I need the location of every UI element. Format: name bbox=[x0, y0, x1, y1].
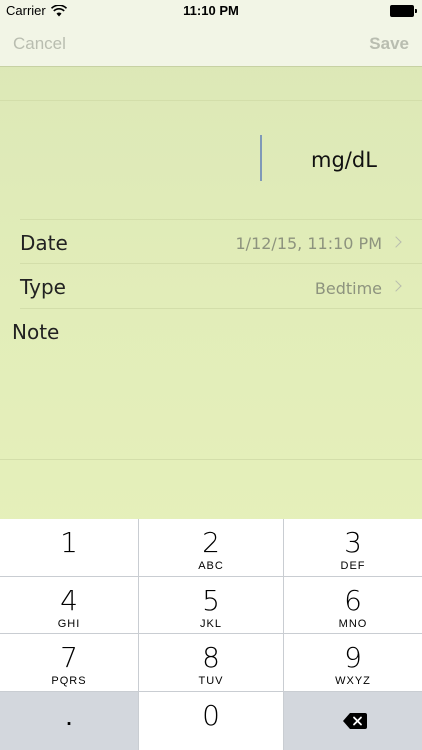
backspace-key[interactable] bbox=[284, 692, 422, 750]
status-time: 11:10 PM bbox=[183, 3, 239, 18]
screen: Carrier 11:10 PM Cancel Save mg/dL Date … bbox=[0, 0, 422, 750]
chevron-right-icon bbox=[390, 280, 402, 292]
key-letters: ABC bbox=[198, 560, 224, 572]
backspace-icon bbox=[343, 713, 367, 729]
key-7[interactable]: 7 PQRS bbox=[0, 634, 138, 691]
note-label: Note bbox=[12, 320, 60, 344]
key-digit: 8 bbox=[202, 641, 220, 674]
text-cursor bbox=[260, 135, 262, 181]
key-digit: 6 bbox=[344, 584, 362, 617]
key-letters: JKL bbox=[200, 618, 222, 630]
decimal-key[interactable]: . bbox=[0, 692, 138, 750]
date-label: Date bbox=[20, 231, 68, 255]
numeric-keypad: 1 2 ABC 3 DEF 4 GHI 5 JKL 6 MNO 7 PQRS 8 bbox=[0, 519, 422, 750]
date-row[interactable]: Date 1/12/15, 11:10 PM bbox=[0, 220, 422, 263]
key-digit: 3 bbox=[344, 526, 362, 559]
type-row[interactable]: Type Bedtime bbox=[0, 264, 422, 308]
battery-icon bbox=[390, 5, 417, 17]
key-letters: GHI bbox=[57, 618, 81, 630]
glucose-unit-label: mg/dL bbox=[311, 148, 377, 172]
type-value: Bedtime bbox=[314, 279, 382, 298]
note-field[interactable]: Note bbox=[0, 309, 422, 458]
key-1[interactable]: 1 bbox=[0, 519, 138, 576]
key-digit: 2 bbox=[202, 526, 220, 559]
key-digit: . bbox=[65, 700, 73, 731]
key-6[interactable]: 6 MNO bbox=[284, 577, 422, 633]
key-digit: 9 bbox=[344, 641, 362, 674]
status-bar: Carrier 11:10 PM bbox=[0, 0, 422, 22]
key-letters: PQRS bbox=[51, 675, 87, 687]
key-letters: MNO bbox=[338, 618, 368, 630]
chevron-right-icon bbox=[390, 236, 402, 248]
key-8[interactable]: 8 TUV bbox=[139, 634, 283, 691]
date-value: 1/12/15, 11:10 PM bbox=[235, 234, 383, 253]
divider bbox=[0, 459, 422, 460]
key-5[interactable]: 5 JKL bbox=[139, 577, 283, 633]
cancel-button[interactable]: Cancel bbox=[13, 34, 66, 54]
navigation-bar: Cancel Save bbox=[0, 22, 422, 67]
key-letters: DEF bbox=[340, 560, 366, 572]
key-2[interactable]: 2 ABC bbox=[139, 519, 283, 576]
key-9[interactable]: 9 WXYZ bbox=[284, 634, 422, 691]
save-button[interactable]: Save bbox=[369, 34, 409, 54]
key-digit: 4 bbox=[60, 584, 78, 617]
key-digit: 5 bbox=[202, 584, 220, 617]
key-3[interactable]: 3 DEF bbox=[284, 519, 422, 576]
key-letters: TUV bbox=[198, 675, 224, 687]
key-letters: WXYZ bbox=[335, 675, 371, 687]
type-label: Type bbox=[20, 275, 66, 299]
key-digit: 7 bbox=[60, 641, 78, 674]
key-0[interactable]: 0 bbox=[139, 692, 283, 750]
key-4[interactable]: 4 GHI bbox=[0, 577, 138, 633]
key-digit: 0 bbox=[202, 699, 220, 732]
key-digit: 1 bbox=[60, 526, 78, 559]
